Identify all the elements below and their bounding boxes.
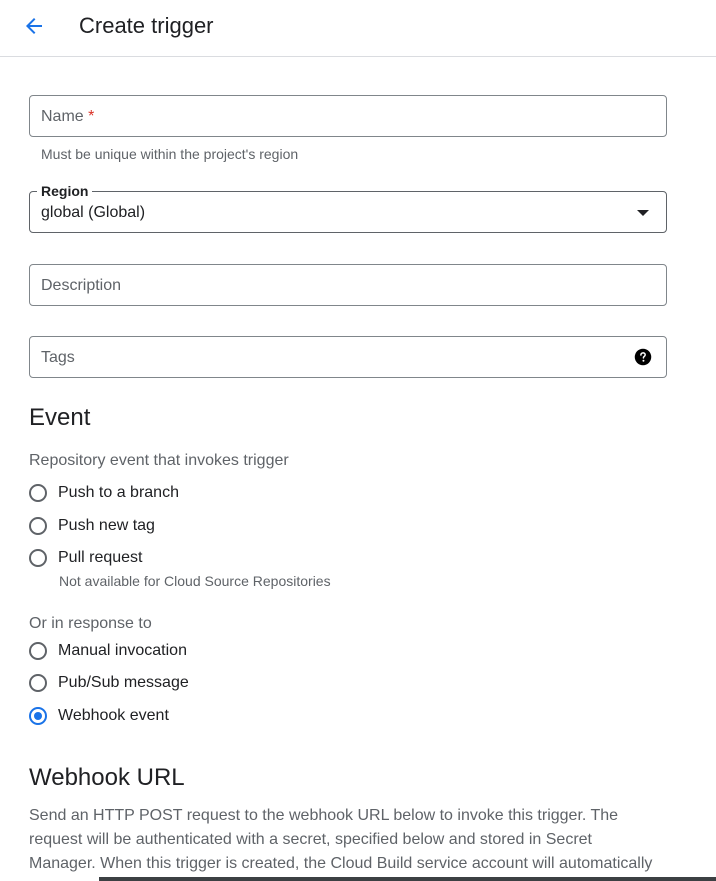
radio-button[interactable] xyxy=(29,484,47,502)
name-field[interactable]: Name * xyxy=(29,95,667,137)
radio-push-branch[interactable]: Push to a branch xyxy=(29,482,179,504)
response-label: Or in response to xyxy=(29,615,152,632)
arrow-back-icon xyxy=(26,18,42,34)
region-value: global (Global) xyxy=(41,204,146,221)
back-button[interactable] xyxy=(18,10,50,42)
page-title: Create trigger xyxy=(79,13,214,38)
radio-button[interactable] xyxy=(29,642,47,660)
radio-button[interactable] xyxy=(29,674,47,692)
webhook-description-line: Send an HTTP POST request to the webhook… xyxy=(29,807,619,824)
radio-label: Webhook event xyxy=(58,707,169,724)
webhook-description: Send an HTTP POST request to the webhook… xyxy=(29,804,674,876)
pull-request-note: Not available for Cloud Source Repositor… xyxy=(59,573,331,589)
region-label: Region xyxy=(37,182,93,200)
description-field[interactable]: Description xyxy=(29,264,667,306)
repo-event-label: Repository event that invokes trigger xyxy=(29,452,289,469)
radio-pull-request[interactable]: Pull request xyxy=(29,547,143,569)
webhook-description-line: request will be authenticated with a sec… xyxy=(29,831,592,848)
radio-label: Pub/Sub message xyxy=(58,674,189,691)
radio-manual-invocation[interactable]: Manual invocation xyxy=(29,640,187,662)
required-asterisk: * xyxy=(88,108,95,125)
help-icon[interactable] xyxy=(634,348,652,366)
name-placeholder: Name * xyxy=(41,108,95,125)
horizontal-scrollbar[interactable] xyxy=(99,877,716,881)
radio-button[interactable] xyxy=(29,549,47,567)
event-heading: Event xyxy=(29,404,91,431)
radio-button-selected[interactable] xyxy=(29,707,47,725)
top-bar: Create trigger xyxy=(0,0,716,57)
radio-label: Manual invocation xyxy=(58,642,187,659)
webhook-description-line: Manager. When this trigger is created, t… xyxy=(29,855,653,872)
tags-placeholder: Tags xyxy=(41,349,75,366)
radio-pubsub-message[interactable]: Pub/Sub message xyxy=(29,672,189,694)
tags-field[interactable]: Tags xyxy=(29,336,667,378)
radio-label: Push to a branch xyxy=(58,484,179,501)
radio-label: Pull request xyxy=(58,549,143,566)
description-placeholder: Description xyxy=(41,277,122,294)
webhook-heading: Webhook URL xyxy=(29,764,185,791)
radio-webhook-event[interactable]: Webhook event xyxy=(29,705,169,727)
name-hint: Must be unique within the project's regi… xyxy=(41,146,299,162)
dropdown-arrow-icon xyxy=(637,210,649,216)
radio-push-tag[interactable]: Push new tag xyxy=(29,515,155,537)
radio-button[interactable] xyxy=(29,517,47,535)
region-select[interactable]: Region global (Global) xyxy=(29,182,667,233)
radio-label: Push new tag xyxy=(58,517,155,534)
